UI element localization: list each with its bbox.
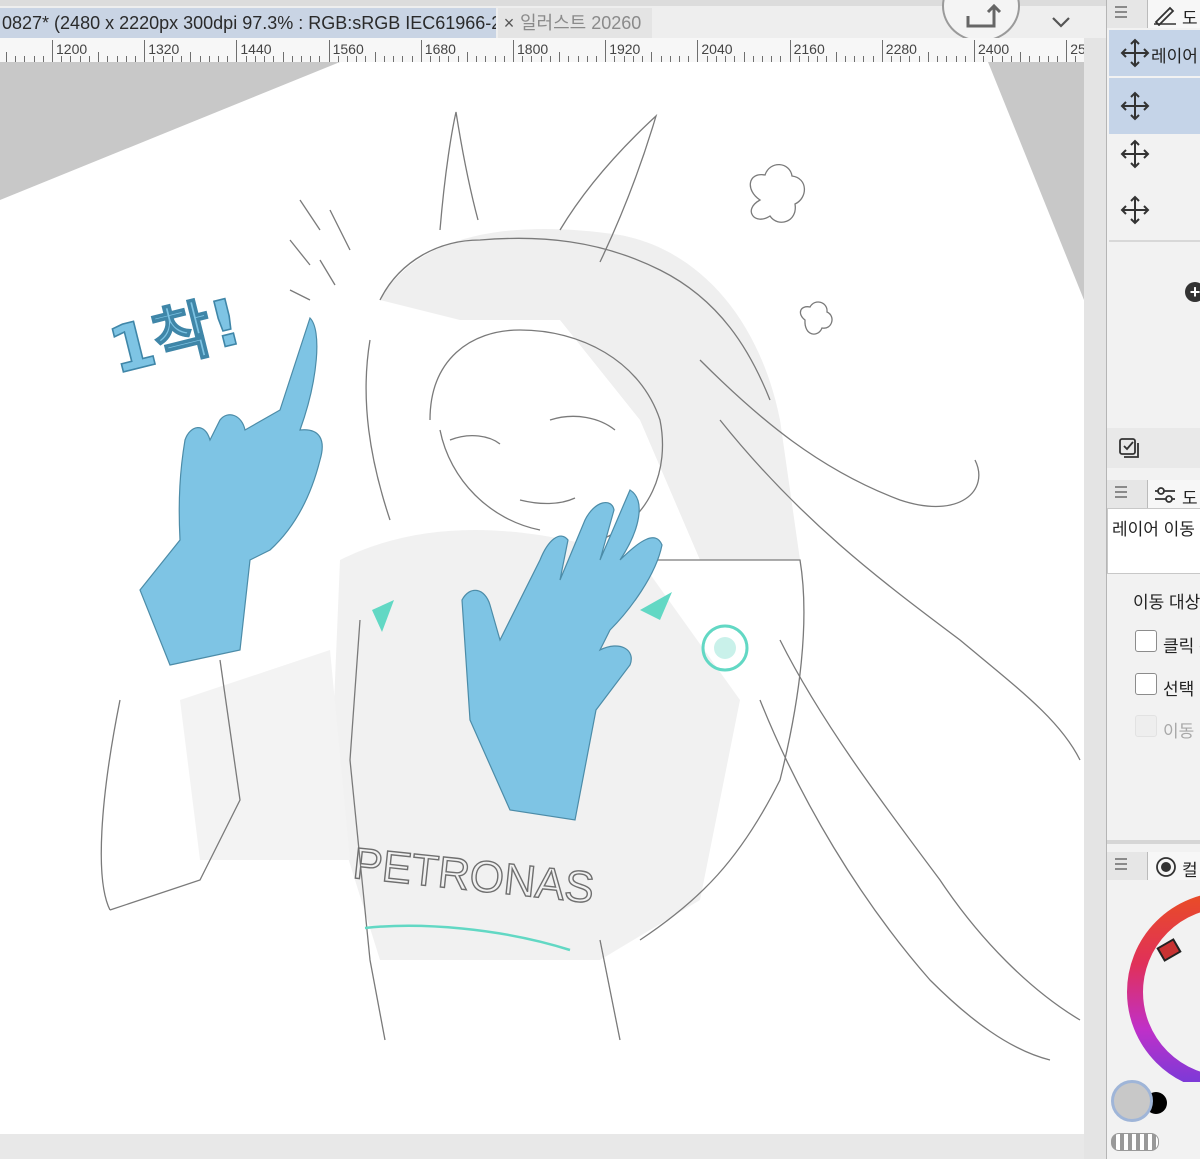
move-option-checkbox-disabled <box>1135 715 1157 737</box>
ruler-minor-tick <box>5 52 7 62</box>
tool-row-layer-move[interactable]: 레이어 이동 <box>1109 30 1200 76</box>
ruler-major-tick <box>513 40 514 62</box>
selection-option-label: 선택 범 <box>1163 680 1200 699</box>
ruler-major-tick <box>697 40 699 62</box>
ruler-major-tick <box>236 40 238 62</box>
ruler-minor-tick <box>743 52 745 62</box>
selection-option-checkbox[interactable] <box>1135 673 1157 695</box>
tool-name-box: 레이어 이동 <box>1107 508 1200 574</box>
tab-illustration-document[interactable]: × 일러스트 20260 <box>498 8 652 38</box>
ruler-major-tick <box>328 40 330 62</box>
tab-color-wheel[interactable]: 컬 <box>1147 852 1200 880</box>
ruler-major-tick <box>789 40 791 62</box>
ruler-minor-tick <box>559 52 561 62</box>
ruler-tick-label: 1200 <box>56 41 88 57</box>
ruler-major-tick <box>144 40 146 62</box>
horizontal-scrollbar[interactable] <box>0 1134 1106 1159</box>
move-option-label: 이동 대 <box>1163 722 1200 741</box>
ruler-tick-label: 1320 <box>148 41 180 57</box>
tool-palette-header: 도 <box>1107 0 1200 28</box>
move-target-label: 이동 대상 <box>1133 593 1200 612</box>
move-icon <box>1120 91 1150 121</box>
tab-illustration-label: 일러스트 20260 <box>520 13 642 33</box>
property-tab-label: 도 <box>1182 489 1198 508</box>
palette-menu-icon[interactable] <box>1115 486 1127 500</box>
color-wheel-header: 컬 <box>1107 852 1200 880</box>
color-tab-label: 컬 <box>1182 861 1198 880</box>
ruler-major-tick <box>605 40 607 62</box>
canvas-area[interactable]: PETRONAS 1착! <box>0 62 1084 1134</box>
right-panel: 도 레이어 이동 + <box>1106 0 1200 1159</box>
ruler-minor-tick <box>374 52 376 62</box>
main-color-swatch[interactable] <box>1111 1080 1153 1122</box>
ruler-major-tick <box>974 40 975 62</box>
tool-panel-footer <box>1107 428 1200 468</box>
transparent-color-swatch[interactable] <box>1111 1133 1159 1151</box>
ruler-tick-label: 2160 <box>793 41 825 57</box>
move-icon <box>1120 139 1150 169</box>
ruler-minor-tick <box>98 52 100 62</box>
vertical-scrollbar[interactable] <box>1084 38 1106 1159</box>
tab-close-icon[interactable]: × <box>498 8 520 38</box>
ruler-minor-tick <box>282 52 284 62</box>
sliders-icon <box>1155 487 1175 503</box>
ruler-major-tick <box>881 40 883 62</box>
ruler-minor-tick <box>927 52 929 62</box>
navigator-rotate-button[interactable] <box>942 0 1020 42</box>
color-wheel[interactable] <box>1107 882 1200 1082</box>
canvas-artwork[interactable]: PETRONAS 1착! <box>0 62 1084 1134</box>
ruler-tick-label: 1920 <box>609 41 641 57</box>
tool-row-4[interactable] <box>1109 182 1200 238</box>
ruler-tick-label: 1800 <box>517 41 549 57</box>
tool-name: 레이어 이동 <box>1112 520 1195 539</box>
move-icon <box>1120 38 1150 68</box>
palette-menu-icon[interactable] <box>1115 6 1127 20</box>
ruler-tick-label: 2040 <box>701 41 733 57</box>
tab-bar-top-strip <box>0 0 1106 6</box>
chevron-down-icon[interactable] <box>1046 10 1076 34</box>
ruler-minor-tick <box>1020 52 1022 62</box>
ruler-major-tick <box>1066 40 1068 62</box>
tab-tool[interactable]: 도 <box>1147 0 1200 28</box>
color-circle-icon <box>1156 857 1176 877</box>
ruler-major-tick <box>52 40 53 62</box>
click-option-checkbox[interactable] <box>1135 630 1157 652</box>
tool-settings-icon[interactable] <box>1117 436 1141 460</box>
ruler-minor-tick <box>190 52 192 62</box>
tool-row-3[interactable] <box>1109 126 1200 182</box>
tab-tool-property[interactable]: 도 <box>1147 480 1200 508</box>
pen-icon <box>1154 6 1176 26</box>
ruler-tick-label: 1440 <box>240 41 272 57</box>
hue-selector[interactable] <box>1156 938 1182 962</box>
ruler-minor-tick <box>466 52 468 62</box>
add-sub-tool-icon[interactable]: + <box>1185 282 1200 302</box>
tool-property-header: 도 <box>1107 480 1200 508</box>
tool-tab-label: 도 <box>1182 9 1198 28</box>
ruler-tick-label: 1560 <box>332 41 364 57</box>
ruler-minor-tick <box>651 52 653 62</box>
ruler-tick-label: 2280 <box>885 41 917 57</box>
horizontal-ruler: 1200 1320 1440 1560 1680 1800 1920 2040 2160 2280… <box>0 38 1086 63</box>
ruler-tick-label: 1680 <box>424 41 456 57</box>
divider <box>1109 240 1200 242</box>
click-option-label: 클릭 위 <box>1163 637 1200 656</box>
divider <box>1107 840 1200 844</box>
tool-row-label: 레이어 이동 <box>1151 47 1200 66</box>
document-tab-bar: 0827* (2480 x 2220px 300dpi 97.3% : RGB:… <box>0 0 1106 42</box>
ruler-tick-label: 2400 <box>978 41 1010 57</box>
move-icon <box>1120 195 1150 225</box>
tab-current-document-label: 0827* (2480 x 2220px 300dpi 97.3% : RGB:… <box>2 13 496 33</box>
tab-current-document[interactable]: 0827* (2480 x 2220px 300dpi 97.3% : RGB:… <box>0 8 496 38</box>
sleeve-emblem-center <box>714 637 736 659</box>
palette-menu-icon[interactable] <box>1115 858 1127 872</box>
ruler-major-tick <box>420 40 422 62</box>
ruler-minor-tick <box>835 52 837 62</box>
rotate-icon <box>966 3 1002 28</box>
